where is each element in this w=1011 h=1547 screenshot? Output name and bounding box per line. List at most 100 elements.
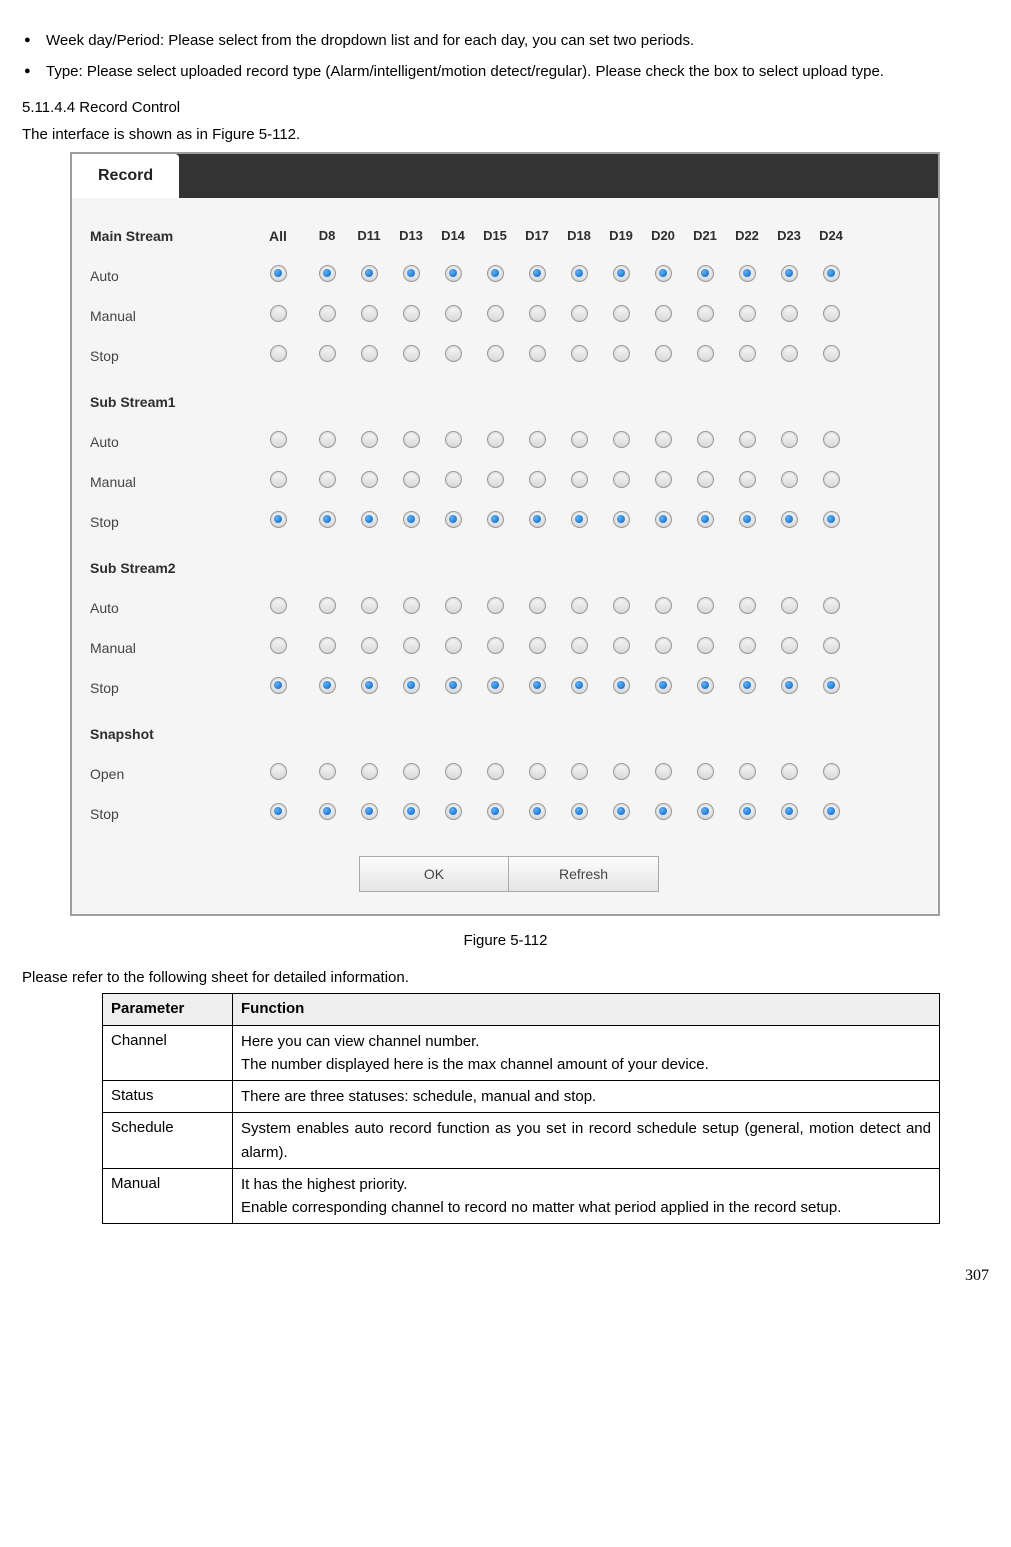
radio-button[interactable] <box>655 677 672 694</box>
radio-button[interactable] <box>781 803 798 820</box>
radio-button[interactable] <box>697 305 714 322</box>
radio-button[interactable] <box>697 471 714 488</box>
radio-button[interactable] <box>361 803 378 820</box>
radio-button[interactable] <box>697 431 714 448</box>
radio-button[interactable] <box>655 511 672 528</box>
radio-button[interactable] <box>697 345 714 362</box>
radio-button[interactable] <box>487 803 504 820</box>
radio-button[interactable] <box>781 265 798 282</box>
radio-button[interactable] <box>571 803 588 820</box>
radio-button[interactable] <box>361 763 378 780</box>
radio-button[interactable] <box>270 511 287 528</box>
radio-button[interactable] <box>739 763 756 780</box>
radio-button[interactable] <box>781 431 798 448</box>
radio-button[interactable] <box>529 597 546 614</box>
radio-button[interactable] <box>319 345 336 362</box>
radio-button[interactable] <box>655 431 672 448</box>
tab-record[interactable]: Record <box>72 154 179 198</box>
refresh-button[interactable]: Refresh <box>509 856 659 892</box>
radio-button[interactable] <box>361 597 378 614</box>
radio-button[interactable] <box>487 637 504 654</box>
radio-button[interactable] <box>697 511 714 528</box>
radio-button[interactable] <box>697 637 714 654</box>
radio-button[interactable] <box>403 763 420 780</box>
radio-button[interactable] <box>655 803 672 820</box>
radio-button[interactable] <box>319 637 336 654</box>
radio-button[interactable] <box>697 763 714 780</box>
radio-button[interactable] <box>571 763 588 780</box>
radio-button[interactable] <box>613 431 630 448</box>
radio-button[interactable] <box>823 511 840 528</box>
radio-button[interactable] <box>270 471 287 488</box>
radio-button[interactable] <box>270 431 287 448</box>
radio-button[interactable] <box>487 305 504 322</box>
radio-button[interactable] <box>613 597 630 614</box>
radio-button[interactable] <box>403 803 420 820</box>
radio-button[interactable] <box>823 471 840 488</box>
radio-button[interactable] <box>445 265 462 282</box>
radio-button[interactable] <box>571 305 588 322</box>
radio-button[interactable] <box>739 677 756 694</box>
radio-button[interactable] <box>270 305 287 322</box>
radio-button[interactable] <box>361 431 378 448</box>
radio-button[interactable] <box>823 265 840 282</box>
radio-button[interactable] <box>571 471 588 488</box>
radio-button[interactable] <box>739 471 756 488</box>
radio-button[interactable] <box>361 511 378 528</box>
radio-button[interactable] <box>319 763 336 780</box>
radio-button[interactable] <box>270 345 287 362</box>
radio-button[interactable] <box>739 431 756 448</box>
radio-button[interactable] <box>487 431 504 448</box>
radio-button[interactable] <box>445 345 462 362</box>
radio-button[interactable] <box>270 803 287 820</box>
radio-button[interactable] <box>319 431 336 448</box>
radio-button[interactable] <box>403 471 420 488</box>
radio-button[interactable] <box>697 677 714 694</box>
radio-button[interactable] <box>655 763 672 780</box>
radio-button[interactable] <box>529 637 546 654</box>
radio-button[interactable] <box>529 677 546 694</box>
radio-button[interactable] <box>823 763 840 780</box>
radio-button[interactable] <box>445 305 462 322</box>
radio-button[interactable] <box>655 637 672 654</box>
radio-button[interactable] <box>613 511 630 528</box>
radio-button[interactable] <box>361 637 378 654</box>
radio-button[interactable] <box>571 511 588 528</box>
radio-button[interactable] <box>270 265 287 282</box>
radio-button[interactable] <box>781 677 798 694</box>
radio-button[interactable] <box>445 763 462 780</box>
radio-button[interactable] <box>445 431 462 448</box>
radio-button[interactable] <box>487 511 504 528</box>
radio-button[interactable] <box>403 677 420 694</box>
radio-button[interactable] <box>655 345 672 362</box>
radio-button[interactable] <box>319 305 336 322</box>
radio-button[interactable] <box>403 345 420 362</box>
radio-button[interactable] <box>613 637 630 654</box>
radio-button[interactable] <box>781 345 798 362</box>
radio-button[interactable] <box>319 677 336 694</box>
radio-button[interactable] <box>697 597 714 614</box>
radio-button[interactable] <box>655 471 672 488</box>
radio-button[interactable] <box>403 597 420 614</box>
radio-button[interactable] <box>823 345 840 362</box>
radio-button[interactable] <box>529 305 546 322</box>
radio-button[interactable] <box>571 637 588 654</box>
radio-button[interactable] <box>571 265 588 282</box>
radio-button[interactable] <box>613 305 630 322</box>
radio-button[interactable] <box>487 677 504 694</box>
ok-button[interactable]: OK <box>359 856 509 892</box>
radio-button[interactable] <box>529 803 546 820</box>
radio-button[interactable] <box>823 431 840 448</box>
radio-button[interactable] <box>781 637 798 654</box>
radio-button[interactable] <box>739 265 756 282</box>
radio-button[interactable] <box>739 803 756 820</box>
radio-button[interactable] <box>613 471 630 488</box>
radio-button[interactable] <box>361 265 378 282</box>
radio-button[interactable] <box>529 511 546 528</box>
radio-button[interactable] <box>270 763 287 780</box>
radio-button[interactable] <box>739 637 756 654</box>
radio-button[interactable] <box>781 305 798 322</box>
radio-button[interactable] <box>445 511 462 528</box>
radio-button[interactable] <box>487 471 504 488</box>
radio-button[interactable] <box>655 305 672 322</box>
